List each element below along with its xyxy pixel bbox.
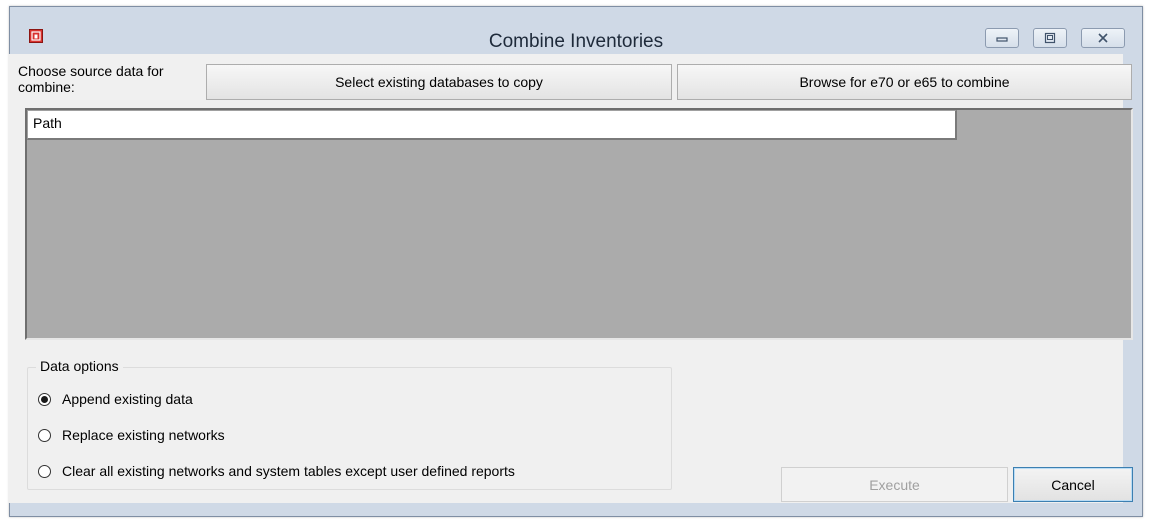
radio-label: Replace existing networks: [62, 427, 225, 443]
browse-files-button[interactable]: Browse for e70 or e65 to combine: [677, 64, 1132, 100]
radio-append-existing-data[interactable]: Append existing data: [38, 389, 193, 409]
column-header-path[interactable]: Path: [27, 110, 957, 140]
minimize-button[interactable]: [985, 28, 1019, 48]
window-title: Combine Inventories: [488, 31, 664, 52]
data-options-legend: Data options: [36, 358, 123, 374]
radio-label: Append existing data: [62, 391, 193, 407]
choose-source-label: Choose source data for combine:: [18, 63, 164, 95]
title-bar[interactable]: Combine Inventories: [10, 7, 1142, 61]
maximize-icon: [1044, 32, 1056, 44]
select-databases-button[interactable]: Select existing databases to copy: [206, 64, 672, 100]
close-button[interactable]: [1081, 28, 1125, 48]
path-grid[interactable]: Path: [25, 108, 1133, 340]
cancel-button[interactable]: Cancel: [1013, 467, 1133, 502]
radio-clear-all-networks[interactable]: Clear all existing networks and system t…: [38, 461, 515, 481]
radio-button[interactable]: [38, 464, 51, 478]
close-icon: [1098, 33, 1108, 43]
radio-replace-existing-networks[interactable]: Replace existing networks: [38, 425, 225, 445]
radio-label: Clear all existing networks and system t…: [62, 463, 515, 479]
minimize-icon: [996, 37, 1008, 42]
maximize-button[interactable]: [1033, 28, 1067, 48]
radio-button[interactable]: [38, 428, 51, 442]
execute-button[interactable]: Execute: [781, 467, 1008, 502]
radio-button-checked[interactable]: [38, 392, 51, 406]
